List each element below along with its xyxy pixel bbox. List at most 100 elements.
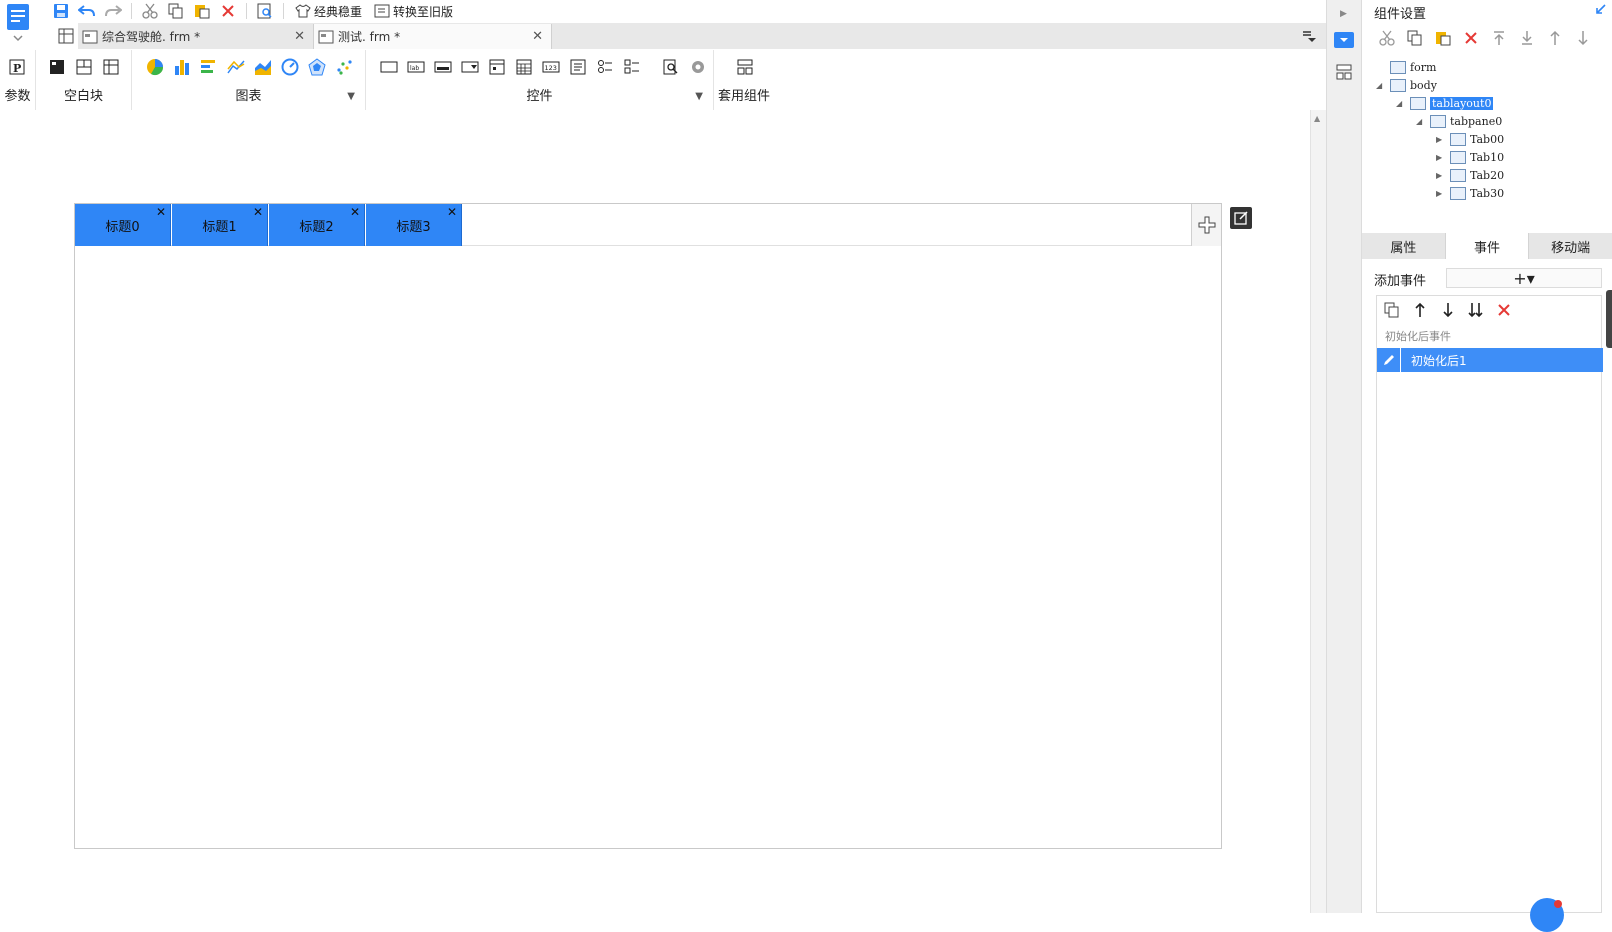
save-icon[interactable] <box>50 1 72 21</box>
list-control-icon[interactable] <box>567 56 588 77</box>
tab-list-dropdown-icon[interactable] <box>1302 29 1316 43</box>
gauge-chart-icon[interactable] <box>279 56 300 77</box>
component-settings-toggle[interactable] <box>1334 32 1354 48</box>
classic-theme-button[interactable]: 经典稳重 <box>291 1 366 21</box>
copy-icon[interactable] <box>1404 28 1426 48</box>
scroll-up-icon[interactable]: ▲ <box>1314 114 1320 123</box>
form-icon <box>1390 60 1406 74</box>
text-box-icon[interactable] <box>378 56 399 77</box>
close-icon[interactable]: ✕ <box>253 205 263 219</box>
radar-chart-icon[interactable] <box>306 56 327 77</box>
scatter-chart-icon[interactable] <box>333 56 354 77</box>
sort-icon[interactable] <box>1465 300 1487 320</box>
ribbon-group-charts: 图表 ▼ <box>132 50 366 110</box>
checkbox-group-icon[interactable] <box>621 56 642 77</box>
side-toolbar: ▶ <box>1326 0 1362 913</box>
absolute-layout-icon[interactable] <box>46 56 67 77</box>
close-icon[interactable]: ✕ <box>447 205 457 219</box>
tab-title-3[interactable]: 标题3 ✕ <box>366 204 462 246</box>
tree-node-tabpane0[interactable]: ◢ tabpane0 <box>1416 112 1502 130</box>
bar-chart-icon[interactable] <box>171 56 192 77</box>
chevron-down-icon[interactable]: ▼ <box>347 91 355 102</box>
expand-arrow-icon[interactable]: ▶ <box>1340 9 1347 19</box>
tab-properties[interactable]: 属性 <box>1362 233 1446 259</box>
close-icon[interactable]: ✕ <box>350 205 360 219</box>
split-layout-icon[interactable] <box>73 56 94 77</box>
collapse-icon[interactable]: ◢ <box>1416 117 1426 126</box>
expand-icon[interactable]: ▶ <box>1436 189 1446 198</box>
move-bottom-icon[interactable] <box>1516 28 1538 48</box>
close-icon[interactable]: ✕ <box>156 205 166 219</box>
dropdown-control-icon[interactable] <box>459 56 480 77</box>
event-item[interactable]: 初始化后1 <box>1377 348 1603 372</box>
add-event-dropdown[interactable]: +▾ <box>1446 268 1602 288</box>
move-down-icon[interactable] <box>1437 300 1459 320</box>
pin-icon[interactable] <box>1594 4 1606 16</box>
app-menu-icon[interactable] <box>4 2 32 44</box>
button-control-icon[interactable] <box>432 56 453 77</box>
line-chart-icon[interactable] <box>225 56 246 77</box>
cut-icon[interactable] <box>1376 28 1398 48</box>
close-icon[interactable]: ✕ <box>532 29 543 44</box>
collapse-icon[interactable]: ◢ <box>1396 99 1406 108</box>
tab-title-2[interactable]: 标题2 ✕ <box>269 204 365 246</box>
delete-icon[interactable] <box>217 1 239 21</box>
tree-node-tab00[interactable]: ▶ Tab00 <box>1436 130 1504 148</box>
copy-icon[interactable] <box>165 1 187 21</box>
layout-panel-icon[interactable] <box>1336 64 1352 80</box>
move-top-icon[interactable] <box>1488 28 1510 48</box>
close-icon[interactable]: ✕ <box>294 29 305 44</box>
grid-view-icon[interactable] <box>58 28 74 44</box>
cut-icon[interactable] <box>139 1 161 21</box>
param-icon[interactable]: P <box>6 56 27 77</box>
side-handle[interactable] <box>1606 290 1612 348</box>
tab-mobile[interactable]: 移动端 <box>1529 233 1612 259</box>
tree-node-tab10[interactable]: ▶ Tab10 <box>1436 148 1504 166</box>
copy-icon[interactable] <box>1381 300 1403 320</box>
pencil-icon[interactable] <box>1377 348 1401 372</box>
preview-icon[interactable] <box>254 1 276 21</box>
frm-file-icon <box>82 30 98 44</box>
tab-title-1[interactable]: 标题1 ✕ <box>172 204 268 246</box>
move-down-icon[interactable] <box>1572 28 1594 48</box>
number-control-icon[interactable]: 123 <box>540 56 561 77</box>
convert-old-version-button[interactable]: 转换至旧版 <box>370 1 457 21</box>
query-button-icon[interactable] <box>660 56 681 77</box>
add-tab-button[interactable] <box>1191 204 1221 246</box>
collapse-icon[interactable]: ◢ <box>1376 81 1386 90</box>
undo-icon[interactable] <box>76 1 98 21</box>
edit-widget-button[interactable] <box>1230 207 1252 229</box>
horizontal-bar-chart-icon[interactable] <box>198 56 219 77</box>
tab-layout-widget[interactable]: 标题0 ✕ 标题1 ✕ 标题2 ✕ 标题3 ✕ <box>74 203 1222 849</box>
file-tab-test[interactable]: 测试. frm * ✕ <box>314 24 552 49</box>
settings-gear-icon[interactable] <box>687 56 708 77</box>
tree-node-form[interactable]: form <box>1376 58 1436 76</box>
date-control-icon[interactable] <box>486 56 507 77</box>
expand-icon[interactable]: ▶ <box>1436 153 1446 162</box>
radio-group-icon[interactable] <box>594 56 615 77</box>
move-up-icon[interactable] <box>1409 300 1431 320</box>
area-chart-icon[interactable] <box>252 56 273 77</box>
delete-icon[interactable] <box>1493 300 1515 320</box>
template-component-icon[interactable] <box>734 56 755 77</box>
tree-node-body[interactable]: ◢ body <box>1376 76 1437 94</box>
tab-title-0[interactable]: 标题0 ✕ <box>75 204 171 246</box>
label-icon[interactable]: lab <box>405 56 426 77</box>
paste-icon[interactable] <box>191 1 213 21</box>
paste-icon[interactable] <box>1432 28 1454 48</box>
chevron-down-icon[interactable]: ▼ <box>695 91 703 102</box>
pie-chart-icon[interactable] <box>144 56 165 77</box>
tree-node-tab30[interactable]: ▶ Tab30 <box>1436 184 1504 202</box>
tree-node-tablayout0[interactable]: ◢ tablayout0 <box>1396 94 1494 112</box>
grid-layout-icon[interactable] <box>100 56 121 77</box>
expand-icon[interactable]: ▶ <box>1436 171 1446 180</box>
expand-icon[interactable]: ▶ <box>1436 135 1446 144</box>
redo-icon[interactable] <box>102 1 124 21</box>
canvas-scrollbar[interactable]: ▲ <box>1310 110 1326 913</box>
file-tab-dashboard[interactable]: 综合驾驶舱. frm * ✕ <box>78 24 314 49</box>
calendar-control-icon[interactable] <box>513 56 534 77</box>
tab-events[interactable]: 事件 <box>1445 233 1530 259</box>
move-up-icon[interactable] <box>1544 28 1566 48</box>
delete-icon[interactable] <box>1460 28 1482 48</box>
tree-node-tab20[interactable]: ▶ Tab20 <box>1436 166 1504 184</box>
